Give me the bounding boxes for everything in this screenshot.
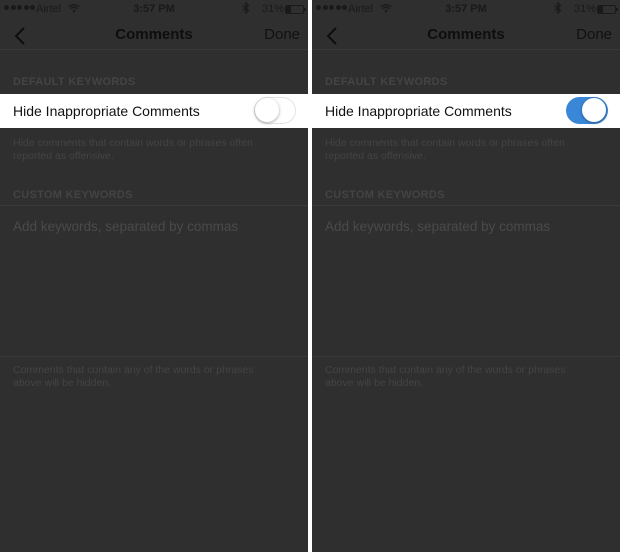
hide-inappropriate-comments-toggle[interactable]	[566, 97, 608, 124]
status-bar: Airtel 3:57 PM 31%	[312, 0, 620, 18]
divider	[312, 356, 620, 357]
screenshot-panel-left: Airtel 3:57 PM 31% Comments Done DEFAULT…	[0, 0, 308, 552]
battery-percent: 31%	[573, 3, 596, 15]
screenshot-panel-right: Airtel 3:57 PM 31% Comments Done DEFAULT…	[312, 0, 620, 552]
divider	[0, 356, 308, 357]
navigation-bar: Comments Done	[312, 20, 620, 50]
navigation-bar: Comments Done	[0, 20, 308, 50]
custom-keywords-input[interactable]: Add keywords, separated by commas	[325, 219, 550, 234]
battery-level	[286, 6, 292, 13]
toggle-knob	[582, 98, 606, 122]
custom-keywords-input[interactable]: Add keywords, separated by commas	[13, 219, 238, 234]
battery-icon	[285, 5, 306, 14]
section-header-custom-keywords: CUSTOM KEYWORDS	[325, 189, 445, 201]
toggle-label: Hide Inappropriate Comments	[325, 103, 512, 119]
divider	[312, 205, 620, 206]
battery-icon	[597, 5, 618, 14]
battery-level	[598, 6, 604, 13]
section-header-custom-keywords: CUSTOM KEYWORDS	[13, 189, 133, 201]
section-header-default-keywords: DEFAULT KEYWORDS	[13, 76, 136, 88]
default-keywords-hint: Hide comments that contain words or phra…	[13, 137, 253, 162]
done-button[interactable]: Done	[264, 26, 300, 43]
section-header-default-keywords: DEFAULT KEYWORDS	[325, 76, 448, 88]
default-keywords-hint: Hide comments that contain words or phra…	[325, 137, 565, 162]
page-title: Comments	[115, 26, 193, 43]
status-bar: Airtel 3:57 PM 31%	[0, 0, 308, 18]
hide-inappropriate-comments-toggle[interactable]	[254, 97, 296, 124]
hide-inappropriate-comments-row: Hide Inappropriate Comments	[312, 94, 620, 128]
done-button[interactable]: Done	[576, 26, 612, 43]
battery-percent: 31%	[261, 3, 284, 15]
custom-keywords-hint: Comments that contain any of the words o…	[13, 364, 254, 389]
toggle-knob	[255, 98, 279, 122]
hide-inappropriate-comments-row: Hide Inappropriate Comments	[0, 94, 308, 128]
custom-keywords-hint: Comments that contain any of the words o…	[325, 364, 566, 389]
page-title: Comments	[427, 26, 505, 43]
bluetooth-icon	[554, 2, 562, 14]
divider	[0, 205, 308, 206]
bluetooth-icon	[242, 2, 250, 14]
toggle-label: Hide Inappropriate Comments	[13, 103, 200, 119]
